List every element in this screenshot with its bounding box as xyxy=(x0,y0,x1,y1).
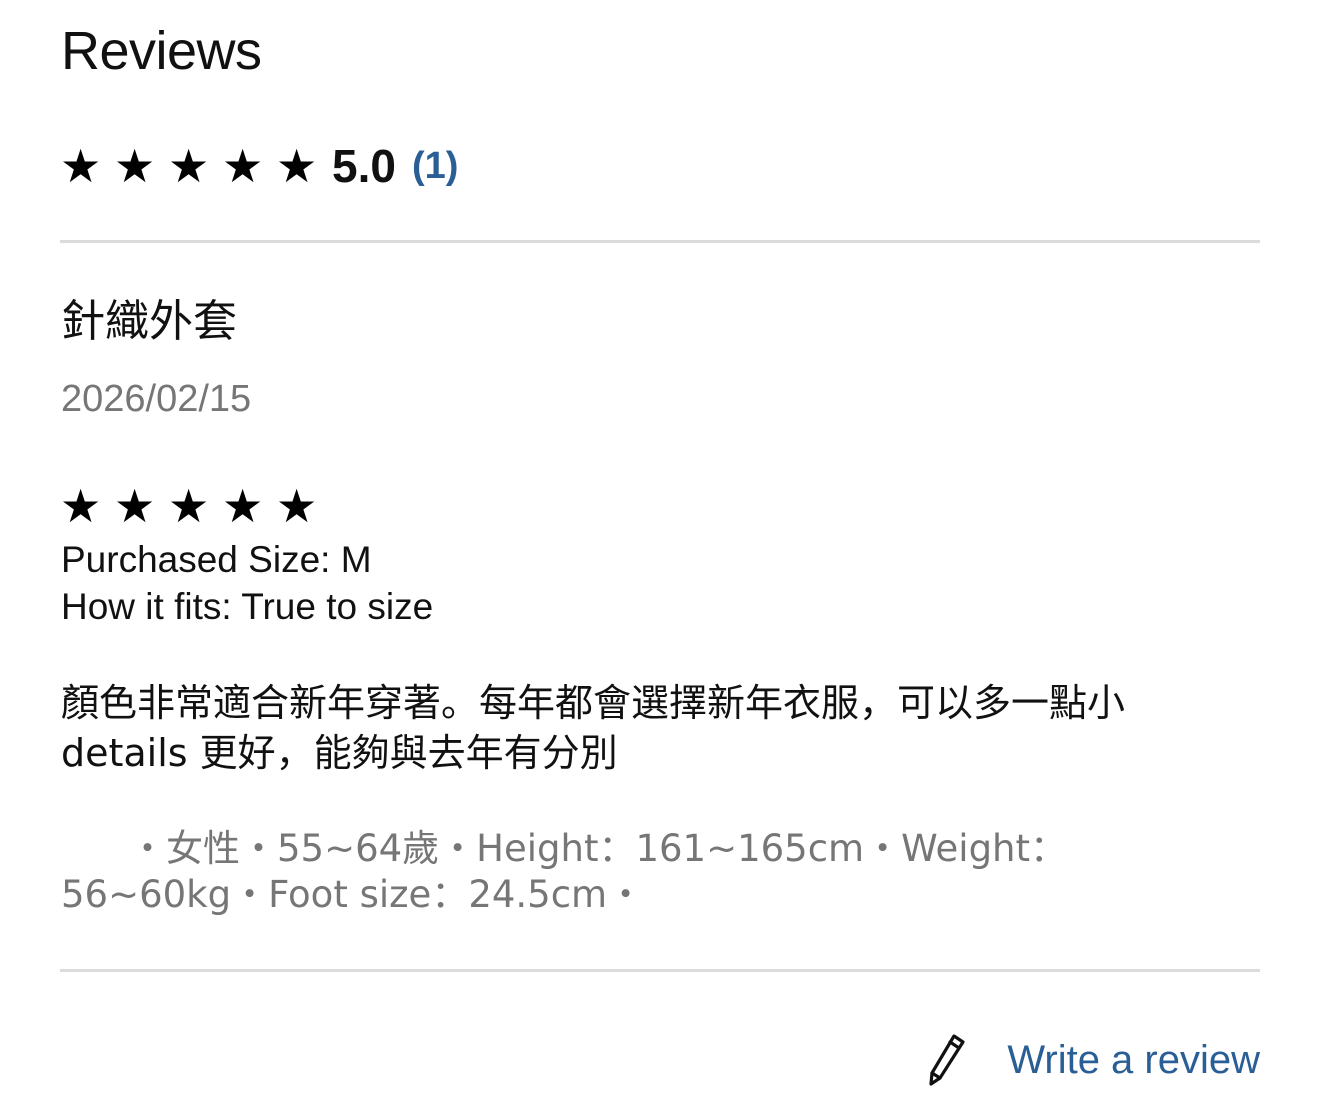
star-icon: ★ xyxy=(276,479,318,533)
write-review-button[interactable]: Write a review xyxy=(927,1030,1260,1090)
divider xyxy=(60,240,1260,243)
star-icon: ★ xyxy=(114,139,156,193)
star-icon: ★ xyxy=(60,479,102,533)
star-icon: ★ xyxy=(222,479,264,533)
rating-summary: ★ ★ ★ ★ ★ 5.0 (1) xyxy=(60,136,458,196)
review-count-link[interactable]: (1) xyxy=(412,136,458,196)
pencil-icon xyxy=(929,1034,965,1086)
purchased-size: Purchased Size: M xyxy=(61,539,372,580)
average-rating: 5.0 xyxy=(332,140,396,192)
write-review-label: Write a review xyxy=(1007,1038,1260,1082)
review-title: 針織外套 xyxy=(61,296,237,347)
star-icon: ★ xyxy=(114,479,156,533)
star-icon: ★ xyxy=(276,139,318,193)
reviewer-info: ・女性・55~64歲・Height：161~165cm・Weight：56~60… xyxy=(61,826,1261,918)
review-stars: ★ ★ ★ ★ ★ xyxy=(60,476,330,536)
reviews-section: Reviews ★ ★ ★ ★ ★ 5.0 (1) 針織外套 2026/02/1… xyxy=(0,0,1320,1111)
star-icon: ★ xyxy=(168,479,210,533)
fit-info: How it fits: True to size xyxy=(61,586,434,627)
reviewer-info-text: ・女性・55~64歲・Height：161~165cm・Weight：56~60… xyxy=(61,827,1068,916)
star-icon: ★ xyxy=(222,139,264,193)
divider xyxy=(60,969,1260,972)
star-icon: ★ xyxy=(168,139,210,193)
star-icon: ★ xyxy=(60,139,102,193)
review-body: 顏色非常適合新年穿著。每年都會選擇新年衣服，可以多一點小 details 更好，… xyxy=(61,681,1126,775)
page-title: Reviews xyxy=(61,21,262,81)
summary-stars: ★ ★ ★ ★ ★ xyxy=(60,136,330,196)
review-date: 2026/02/15 xyxy=(61,378,252,420)
